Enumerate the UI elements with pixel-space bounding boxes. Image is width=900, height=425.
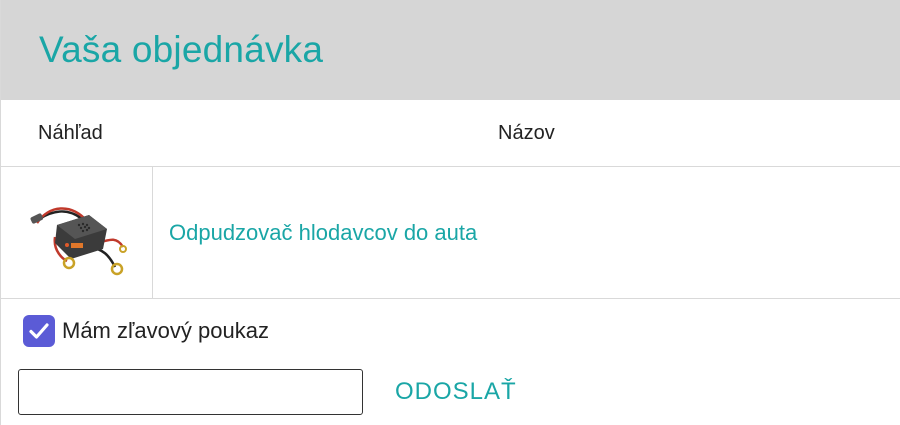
product-name-cell: Odpudzovač hlodavcov do auta [153,167,900,298]
page-title: Vaša objednávka [39,29,324,70]
table-header: Náhľad Názov [1,100,900,167]
table-row: Odpudzovač hlodavcov do auta [1,167,900,299]
product-thumbnail[interactable] [27,189,127,277]
voucher-code-input[interactable] [18,369,363,415]
column-header-preview: Náhľad [38,121,103,144]
column-header-name: Názov [498,121,555,144]
voucher-label: Mám zľavový poukaz [62,318,269,343]
product-thumbnail-cell [1,167,153,298]
voucher-toggle: Mám zľavový poukaz [23,315,269,347]
order-header: Vaša objednávka [1,0,900,100]
ring-terminal [118,244,127,253]
checkmark-icon [29,323,49,339]
led-indicator [64,242,69,247]
voucher-submit-button[interactable]: ODOSLAŤ [395,378,517,406]
voucher-checkbox[interactable] [23,315,55,347]
product-name-link[interactable]: Odpudzovač hlodavcov do auta [169,220,477,246]
order-panel: Vaša objednávka Náhľad Názov Odpudzovač … [0,0,900,425]
ring-terminal [62,256,75,269]
ring-terminal [110,262,123,275]
device-label [70,242,83,248]
